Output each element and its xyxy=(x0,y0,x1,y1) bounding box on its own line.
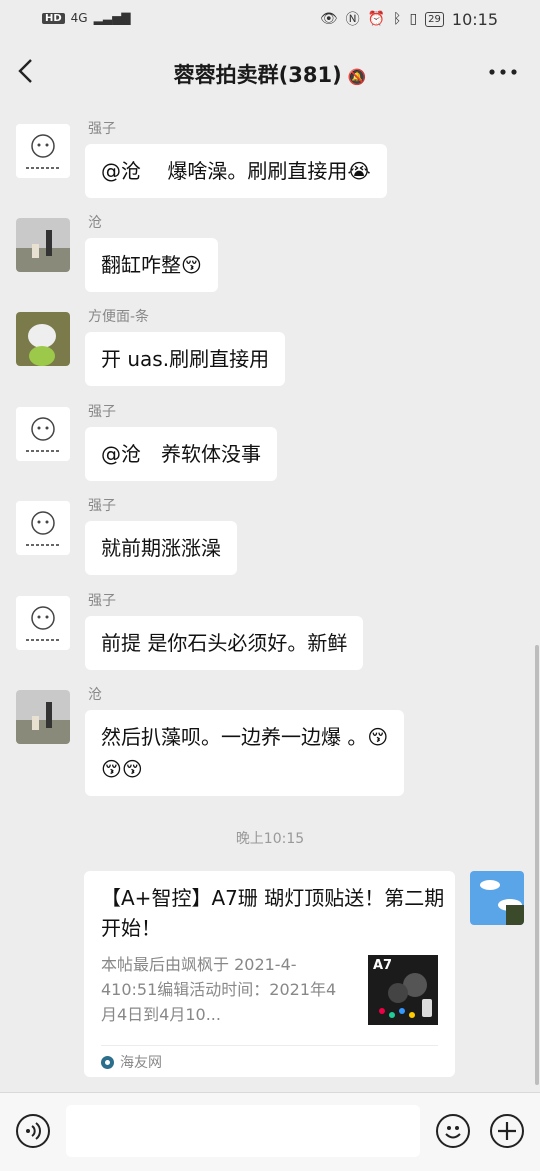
avatar-qiangzi[interactable] xyxy=(16,596,70,650)
message-bubble[interactable]: @沧 养软体没事 xyxy=(85,427,277,481)
time-separator: 晚上10:15 xyxy=(235,831,305,847)
battery-icon: 29 xyxy=(425,11,444,27)
eye-icon: 👁 xyxy=(319,11,338,27)
more-icon[interactable] xyxy=(488,58,518,83)
card-thumbnail: A7 xyxy=(368,955,438,1025)
card-description: 本帖最后由飒枫于 2021-4-410:51编辑活动时间：2021年4月4日到4… xyxy=(101,955,337,1024)
mute-bell-icon: 🔕 xyxy=(347,68,367,86)
avatar-cang[interactable] xyxy=(16,690,70,744)
bluetooth-icon: ᛒ xyxy=(393,11,402,27)
clock: 10:15 xyxy=(451,9,498,29)
sender-name: 沧 xyxy=(88,687,102,703)
voice-icon[interactable] xyxy=(16,1114,50,1148)
link-card[interactable]: 【A+智控】A7珊 瑚灯顶贴送！第二期开始！ 本帖最后由飒枫于 2021-4-4… xyxy=(84,871,455,1077)
card-title: 【A+智控】A7珊 瑚灯顶贴送！第二期开始！ xyxy=(101,886,445,940)
message-bubble[interactable]: 开 uas.刷刷直接用 xyxy=(85,332,286,386)
chat-header: 蓉蓉拍卖群(381) 🔕 xyxy=(0,40,540,106)
card-source-name: 海友网 xyxy=(120,1055,162,1071)
status-bar: HD 4G ▂▃▅▇ 👁 Ⓝ ⏰ ᛒ ▯ 29 10:15 xyxy=(0,0,540,40)
input-bar xyxy=(0,1092,540,1171)
emoji-icon[interactable] xyxy=(436,1114,470,1148)
message-bubble[interactable]: 就前期涨涨澡 xyxy=(85,521,237,575)
add-icon[interactable] xyxy=(490,1114,524,1148)
card-source: 海友网 xyxy=(101,1052,162,1072)
sender-name: 强子 xyxy=(88,593,116,609)
nfc-icon: Ⓝ xyxy=(345,12,360,28)
sender-name: 方便面-条 xyxy=(88,309,150,325)
avatar-cang[interactable] xyxy=(16,218,70,272)
sender-name: 强子 xyxy=(88,121,116,137)
message-input[interactable] xyxy=(66,1105,420,1157)
vibrate-icon: ▯ xyxy=(409,11,418,27)
sender-name: 沧 xyxy=(88,215,102,231)
chat-messages[interactable]: 强子 @沧 爆啥澡。刷刷直接用😭 沧 翻缸咋整😚 方便面-条 开 uas.刷刷直… xyxy=(0,106,540,1092)
avatar-fangbianmian[interactable] xyxy=(16,312,70,366)
message-bubble[interactable]: 翻缸咋整😚 xyxy=(85,238,218,292)
hd-badge: HD xyxy=(42,12,65,24)
chat-title-text: 蓉蓉拍卖群(381) xyxy=(173,63,342,87)
message-bubble[interactable]: 然后扒藻呗。一边养一边爆 。😚 😚😚 xyxy=(85,710,405,796)
scrollbar[interactable] xyxy=(535,645,539,1085)
alarm-icon: ⏰ xyxy=(367,11,386,27)
avatar-self[interactable] xyxy=(470,871,524,925)
sender-name: 强子 xyxy=(88,404,116,420)
avatar-qiangzi[interactable] xyxy=(16,124,70,178)
network-label: 4G xyxy=(70,11,88,25)
avatar-qiangzi[interactable] xyxy=(16,407,70,461)
divider xyxy=(101,1045,438,1046)
signal-icon: ▂▃▅▇ xyxy=(93,11,131,25)
message-line: 😚😚 xyxy=(101,757,143,781)
source-logo-icon xyxy=(101,1055,114,1069)
avatar-qiangzi[interactable] xyxy=(16,501,70,555)
message-line: 然后扒藻呗。一边养一边爆 。😚 xyxy=(101,725,389,749)
message-bubble[interactable]: 前提 是你石头必须好。新鲜 xyxy=(85,616,364,670)
message-bubble[interactable]: @沧 爆啥澡。刷刷直接用😭 xyxy=(85,144,387,198)
sender-name: 强子 xyxy=(88,498,116,514)
chat-title: 蓉蓉拍卖群(381) 🔕 xyxy=(0,59,540,89)
